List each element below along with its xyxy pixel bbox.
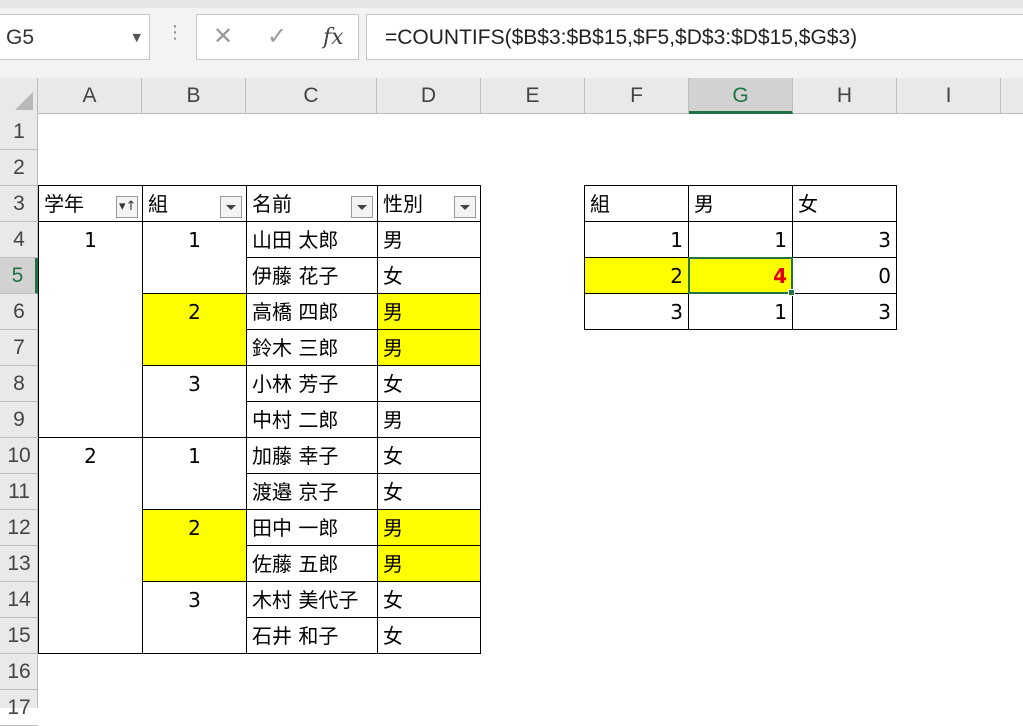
name-cell[interactable]: 石井 和子 [246, 617, 378, 654]
row-header-4[interactable]: 4 [0, 222, 38, 258]
formula-text: =COUNTIFS($B$3:$B$15,$F5,$D$3:$D$15,$G$3… [385, 26, 858, 49]
dropdown-arrow-icon [226, 205, 236, 210]
name-cell[interactable]: 田中 一郎 [246, 509, 378, 546]
row-header-13[interactable]: 13 [0, 546, 38, 582]
filter-button[interactable] [351, 196, 373, 218]
active-cell-border [688, 257, 793, 294]
gender-cell[interactable]: 男 [377, 545, 481, 582]
sort-ascending-icon: ▾↑ [119, 199, 137, 214]
row-header-7[interactable]: 7 [0, 330, 38, 366]
sort-filter-button[interactable]: ▾↑ [116, 196, 138, 218]
column-header-e[interactable]: E [481, 78, 585, 114]
select-all-button[interactable] [0, 78, 38, 114]
class-cell[interactable]: 3 [142, 581, 247, 654]
row-header-16[interactable]: 16 [0, 654, 38, 690]
summary-class-cell[interactable]: 3 [584, 293, 689, 330]
gender-cell[interactable]: 男 [377, 293, 481, 330]
row-header-10[interactable]: 10 [0, 438, 38, 474]
name-cell[interactable]: 高橋 四郎 [246, 293, 378, 330]
row-header-5[interactable]: 5 [0, 258, 38, 294]
class-cell[interactable]: 3 [142, 365, 247, 438]
row-header-14[interactable]: 14 [0, 582, 38, 618]
column-header-b[interactable]: B [142, 78, 246, 114]
gender-cell[interactable]: 女 [377, 617, 481, 654]
gender-cell[interactable]: 女 [377, 581, 481, 618]
column-header-c[interactable]: C [246, 78, 377, 114]
grade-cell[interactable]: 2 [38, 437, 143, 654]
gender-cell[interactable]: 男 [377, 221, 481, 258]
row-header-8[interactable]: 8 [0, 366, 38, 402]
gender-cell[interactable]: 女 [377, 437, 481, 474]
column-header-h[interactable]: H [793, 78, 897, 114]
column-header-g[interactable]: G [689, 78, 793, 114]
grade-cell[interactable]: 1 [38, 221, 143, 438]
dropdown-arrow-icon [357, 205, 367, 210]
header-name: 名前 [252, 192, 292, 216]
name-cell[interactable]: 伊藤 花子 [246, 257, 378, 294]
summary-male-cell[interactable]: 1 [688, 293, 793, 330]
dropdown-arrow-icon [460, 205, 470, 210]
name-box[interactable]: G5 ▼ [0, 14, 150, 60]
row-header-6[interactable]: 6 [0, 294, 38, 330]
column-header-a[interactable]: A [38, 78, 142, 114]
insert-function-icon[interactable]: fx [323, 25, 344, 50]
formula-buttons: ✕ ✓ fx [196, 14, 359, 60]
row-header-3[interactable]: 3 [0, 186, 38, 222]
gender-cell[interactable]: 女 [377, 365, 481, 402]
name-cell[interactable]: 木村 美代子 [246, 581, 378, 618]
name-cell[interactable]: 中村 二郎 [246, 401, 378, 438]
drag-handle-icon[interactable]: ⋮ [166, 24, 184, 42]
filter-button[interactable] [454, 196, 476, 218]
summary-female-cell[interactable]: 3 [792, 293, 897, 330]
filter-button[interactable] [220, 196, 242, 218]
class-cell[interactable]: 2 [142, 509, 247, 582]
summary-header-female[interactable]: 女 [792, 185, 897, 222]
summary-male-cell[interactable]: 1 [688, 221, 793, 258]
header-grade: 学年 [44, 192, 84, 216]
summary-female-cell[interactable]: 3 [792, 221, 897, 258]
summary-class-cell[interactable]: 2 [584, 257, 689, 294]
chevron-down-icon[interactable]: ▼ [133, 31, 141, 44]
header-class: 組 [148, 192, 168, 216]
class-cell[interactable]: 1 [142, 221, 247, 294]
summary-class-cell[interactable]: 1 [584, 221, 689, 258]
column-header-f[interactable]: F [585, 78, 689, 114]
summary-header-male[interactable]: 男 [688, 185, 793, 222]
row-header-9[interactable]: 9 [0, 402, 38, 438]
name-box-value: G5 [6, 26, 35, 49]
row-header-1[interactable]: 1 [0, 114, 38, 150]
name-cell[interactable]: 渡邉 京子 [246, 473, 378, 510]
row-header-15[interactable]: 15 [0, 618, 38, 654]
fill-handle[interactable] [788, 289, 795, 296]
name-cell[interactable]: 小林 芳子 [246, 365, 378, 402]
cancel-icon[interactable]: ✕ [213, 24, 233, 48]
column-header-i[interactable]: I [897, 78, 1001, 114]
gender-cell[interactable]: 女 [377, 257, 481, 294]
gender-cell[interactable]: 男 [377, 329, 481, 366]
row-header-12[interactable]: 12 [0, 510, 38, 546]
name-cell[interactable]: 加藤 幸子 [246, 437, 378, 474]
formula-input[interactable]: =COUNTIFS($B$3:$B$15,$F5,$D$3:$D$15,$G$3… [366, 14, 1023, 60]
header-gender: 性別 [383, 192, 423, 216]
summary-header-class[interactable]: 組 [584, 185, 689, 222]
row-header-2[interactable]: 2 [0, 150, 38, 186]
row-header-11[interactable]: 11 [0, 474, 38, 510]
name-cell[interactable]: 山田 太郎 [246, 221, 378, 258]
select-all-icon [15, 92, 33, 110]
gender-cell[interactable]: 男 [377, 401, 481, 438]
name-cell[interactable]: 鈴木 三郎 [246, 329, 378, 366]
gender-cell[interactable]: 女 [377, 473, 481, 510]
row-header-17[interactable]: 17 [0, 690, 38, 726]
column-header-d[interactable]: D [377, 78, 481, 114]
summary-female-cell[interactable]: 0 [792, 257, 897, 294]
enter-icon[interactable]: ✓ [267, 24, 287, 48]
name-cell[interactable]: 佐藤 五郎 [246, 545, 378, 582]
class-cell[interactable]: 1 [142, 437, 247, 510]
gender-cell[interactable]: 男 [377, 509, 481, 546]
class-cell[interactable]: 2 [142, 293, 247, 366]
